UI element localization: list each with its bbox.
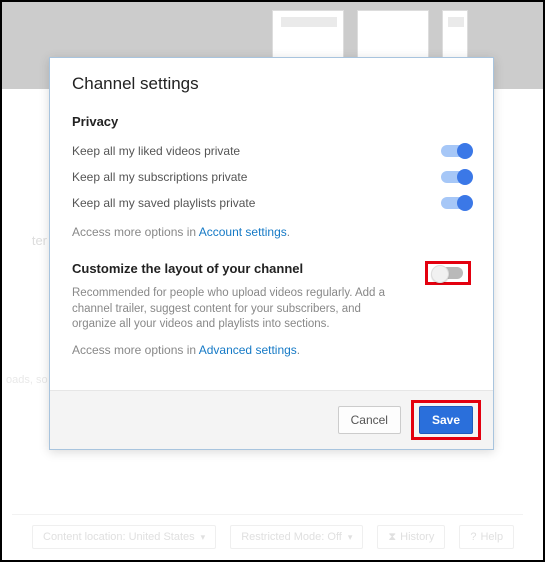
privacy-option-liked: Keep all my liked videos private (72, 139, 471, 163)
help-icon: ? (470, 531, 476, 543)
caret-down-icon: ▾ (348, 532, 353, 543)
privacy-option-label: Keep all my saved playlists private (72, 196, 255, 210)
privacy-option-subscriptions: Keep all my subscriptions private (72, 165, 471, 189)
hourglass-icon: ⧗ (388, 531, 396, 544)
cancel-button[interactable]: Cancel (338, 406, 401, 434)
bg-left-fragment: ter (2, 233, 47, 248)
toggle-customize-layout[interactable] (433, 267, 463, 279)
privacy-note-suffix: . (287, 225, 290, 239)
save-button[interactable]: Save (419, 406, 473, 434)
customize-description: Recommended for people who upload videos… (72, 286, 407, 333)
privacy-option-playlists: Keep all my saved playlists private (72, 191, 471, 215)
page-footer-bar: Content location: United States ▾ Restri… (2, 523, 543, 551)
privacy-note: Access more options in Account settings. (72, 225, 471, 239)
restricted-mode-chip[interactable]: Restricted Mode: Off ▾ (230, 525, 363, 549)
toggle-playlists-private[interactable] (441, 197, 471, 209)
customize-note: Access more options in Advanced settings… (72, 343, 471, 357)
account-settings-link[interactable]: Account settings (199, 225, 287, 239)
divider (12, 514, 523, 515)
history-label: History (400, 531, 434, 543)
customize-note-suffix: . (297, 343, 300, 357)
advanced-settings-link[interactable]: Advanced settings (199, 343, 297, 357)
modal-title: Channel settings (72, 74, 471, 94)
highlight-save-button: Save (411, 400, 481, 440)
content-location-chip[interactable]: Content location: United States ▾ (32, 525, 216, 549)
highlight-customize-toggle (425, 261, 471, 285)
customize-section: Customize the layout of your channel Rec… (72, 261, 471, 357)
help-chip[interactable]: ? Help (459, 525, 514, 549)
restricted-mode-label: Restricted Mode: Off (241, 531, 342, 543)
toggle-subscriptions-private[interactable] (441, 171, 471, 183)
privacy-option-label: Keep all my liked videos private (72, 144, 240, 158)
customize-section-label: Customize the layout of your channel (72, 261, 425, 276)
toggle-liked-private[interactable] (441, 145, 471, 157)
customize-note-prefix: Access more options in (72, 343, 199, 357)
channel-settings-modal: Channel settings Privacy Keep all my lik… (49, 57, 494, 450)
modal-footer: Cancel Save (50, 390, 493, 449)
history-chip[interactable]: ⧗ History (377, 525, 445, 549)
modal-body: Channel settings Privacy Keep all my lik… (50, 58, 493, 390)
privacy-note-prefix: Access more options in (72, 225, 199, 239)
caret-down-icon: ▾ (201, 532, 206, 543)
bg-prompt-fragment: oads, so t (6, 374, 54, 386)
help-label: Help (480, 531, 503, 543)
privacy-section-label: Privacy (72, 114, 471, 129)
content-location-label: Content location: United States (43, 531, 195, 543)
privacy-option-label: Keep all my subscriptions private (72, 170, 247, 184)
